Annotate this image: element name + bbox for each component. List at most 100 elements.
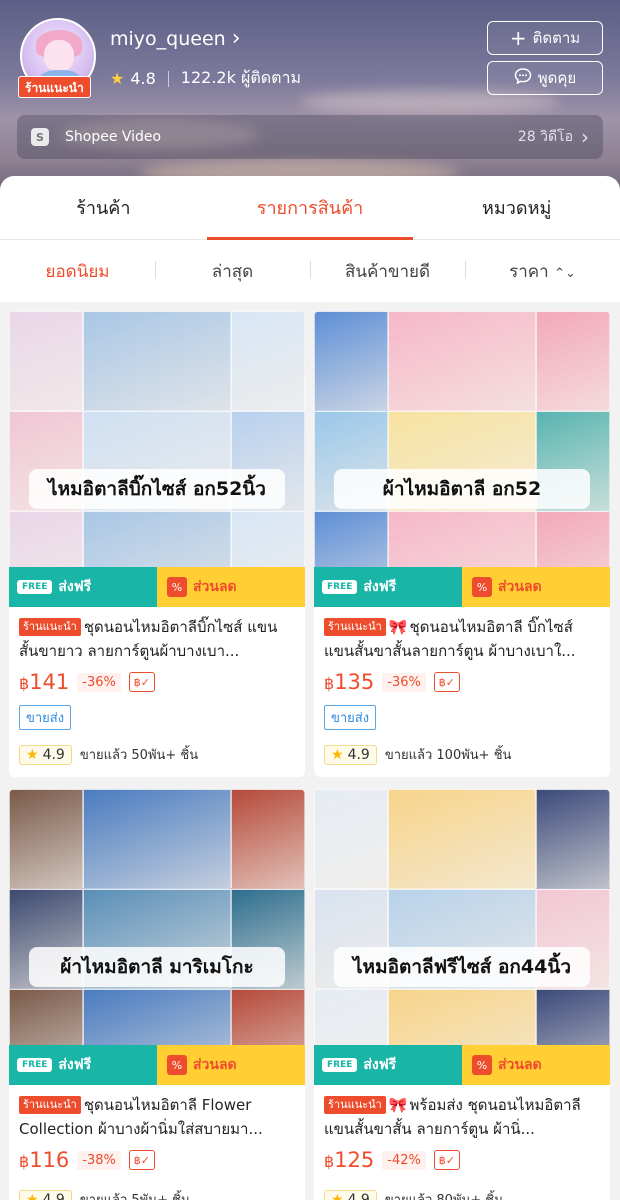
product-card[interactable]: ไหมอิตาลีบิ๊กไซส์ อก52นิ้ว FREE ส่งฟรี% ส่ว… [9, 311, 305, 777]
meta-row: ★4.9 ขายแล้ว 5พัน+ ชิ้น [19, 1189, 295, 1200]
price-value: 116 [29, 1148, 70, 1172]
currency-symbol: ฿ [19, 1152, 30, 1171]
shop-stats: ★ 4.8 122.2k ผู้ติดตาม [110, 66, 301, 91]
sold-count: ขายแล้ว 5พัน+ ชิ้น [80, 1189, 190, 1200]
preferred-badge: ร้านแนะนำ [324, 618, 386, 636]
tab-categories[interactable]: หมวดหมู่ [413, 176, 620, 239]
discount-badge: -36% [77, 672, 121, 692]
star-icon: ★ [331, 746, 344, 763]
price-row: ฿116 -38% ฿✓ [19, 1145, 295, 1175]
star-icon: ★ [26, 746, 39, 763]
chat-bubble-icon [514, 67, 532, 89]
discount-text: ส่วนลด [193, 1057, 237, 1073]
bow-icon: 🎀 [388, 618, 408, 636]
shopee-video-bar[interactable]: S Shopee Video 28 วิดีโอ › [17, 115, 603, 159]
shop-followers: 122.2k ผู้ติดตาม [180, 68, 302, 87]
follow-button[interactable]: + ติดตาม [487, 21, 603, 55]
price-row: ฿125 -42% ฿✓ [324, 1145, 600, 1175]
free-shipping-text: ส่งฟรี [363, 579, 397, 595]
sort-top-sales[interactable]: สินค้าขายดี [310, 258, 465, 285]
tab-shop[interactable]: ร้านค้า [0, 176, 207, 239]
percent-icon: % [167, 577, 187, 597]
meta-row: ★ 4.9 ขายแล้ว 50พัน+ ชิ้น [19, 744, 295, 765]
product-title: ร้านแนะนำ 🎀 ชุดนอนไหมอิตาลี บิ๊กไซส์ แขนสั… [324, 615, 600, 663]
sort-popular[interactable]: ยอดนิยม [0, 258, 155, 285]
percent-icon: % [167, 1055, 187, 1075]
discount-badge: -42% [382, 1150, 426, 1170]
product-rating: ★ 4.9 [324, 1189, 377, 1200]
rating-value: 4.9 [42, 746, 65, 763]
wholesale-tag: ขายส่ง [324, 705, 377, 730]
price-value: 141 [29, 670, 70, 694]
chevron-right-icon: › [231, 26, 241, 51]
discount-text: ส่วนลด [498, 579, 542, 595]
sort-bar: ยอดนิยม ล่าสุด สินค้าขายดี ราคา ⌃⌄ [0, 240, 620, 302]
currency-symbol: ฿ [324, 1152, 335, 1171]
follow-label: ติดตาม [532, 29, 581, 47]
image-caption: ไหมอิตาลีบิ๊กไซส์ อก52นิ้ว [29, 469, 285, 509]
meta-row: ★ 4.9 ขายแล้ว 100พัน+ ชิ้น [324, 744, 600, 765]
free-tag: FREE [322, 580, 358, 594]
free-shipping-banner: FREE ส่งฟรี [314, 567, 462, 607]
product-title: ร้านแนะนำ 🎀 พร้อมส่ง ชุดนอนไหมอิตาลี แขนสั… [324, 1093, 600, 1141]
shop-header: ร้านแนะนำ miyo_queen › ★ 4.8 122.2k ผู้ต… [0, 0, 620, 200]
sort-latest[interactable]: ล่าสุด [155, 258, 310, 285]
shop-tabs: ร้านค้า รายการสินค้า หมวดหมู่ [0, 176, 620, 240]
product-card[interactable]: ผ้าไหมอิตาลี มาริเมโกะ FREE ส่งฟรี% ส่วนลดร… [9, 789, 305, 1200]
coin-cashback-icon: ฿✓ [433, 672, 460, 692]
preferred-badge: ร้านแนะนำ [19, 1096, 81, 1114]
sort-price[interactable]: ราคา ⌃⌄ [465, 258, 620, 285]
shop-rating: 4.8 [130, 69, 156, 88]
divider [167, 70, 169, 87]
discount-banner: % ส่วนลด [157, 1045, 305, 1085]
shopee-video-icon: S [31, 128, 49, 146]
product-image: ผ้าไหมอิตาลี มาริเมโกะ FREE ส่งฟรี% ส่วนลด [9, 789, 305, 1085]
product-price: ฿125 [324, 1148, 374, 1172]
discount-banner: % ส่วนลด [462, 567, 610, 607]
rating-value: 4.9 [42, 1191, 65, 1200]
discount-banner: % ส่วนลด [157, 567, 305, 607]
product-card[interactable]: ไหมอิตาลีฟรีไซส์ อก44นิ้ว FREE ส่งฟรี% ส่วน… [314, 789, 610, 1200]
chevron-right-icon: › [581, 125, 589, 149]
coin-cashback-icon: ฿✓ [128, 672, 155, 692]
shop-name: miyo_queen [110, 28, 226, 50]
star-icon: ★ [331, 1191, 344, 1200]
star-icon: ★ [26, 1191, 39, 1200]
rating-value: 4.9 [347, 746, 370, 763]
free-tag: FREE [17, 1058, 53, 1072]
discount-text: ส่วนลด [498, 1057, 542, 1073]
shop-name-link[interactable]: miyo_queen › [110, 26, 241, 51]
sold-count: ขายแล้ว 80พัน+ ชิ้น [385, 1189, 503, 1200]
product-title: ร้านแนะนำ ชุดนอนไหมอิตาลี Flower Collecti… [19, 1093, 295, 1141]
free-shipping-banner: FREE ส่งฟรี [314, 1045, 462, 1085]
chat-button[interactable]: พูดคุย [487, 61, 603, 95]
percent-icon: % [472, 1055, 492, 1075]
plus-icon: + [509, 26, 527, 50]
coin-cashback-icon: ฿✓ [433, 1150, 460, 1170]
promo-strip: FREE ส่งฟรี% ส่วนลด [9, 1045, 305, 1085]
video-count-text: 28 วิดีโอ [517, 129, 573, 145]
sold-count: ขายแล้ว 50พัน+ ชิ้น [79, 748, 199, 763]
image-caption: ไหมอิตาลีฟรีไซส์ อก44นิ้ว [334, 947, 590, 987]
product-image: ไหมอิตาลีบิ๊กไซส์ อก52นิ้ว FREE ส่งฟรี% ส่ว… [9, 311, 305, 607]
product-rating: ★ 4.9 [19, 744, 72, 765]
product-card[interactable]: ผ้าไหมอิตาลี อก52 FREE ส่งฟรี% ส่วนลด ร้านแน… [314, 311, 610, 777]
product-price: ฿141 [19, 670, 69, 694]
currency-symbol: ฿ [324, 674, 335, 693]
discount-banner: % ส่วนลด [462, 1045, 610, 1085]
tab-products[interactable]: รายการสินค้า [206, 176, 414, 240]
product-price: ฿135 [324, 670, 374, 694]
product-image: ผ้าไหมอิตาลี อก52 FREE ส่งฟรี% ส่วนลด [314, 311, 610, 607]
discount-badge: -36% [382, 672, 426, 692]
free-shipping-text: ส่งฟรี [363, 1057, 397, 1073]
sold-count: ขายแล้ว 100พัน+ ชิ้น [384, 748, 512, 763]
discount-text: ส่วนลด [193, 579, 237, 595]
currency-symbol: ฿ [19, 674, 30, 693]
sort-price-label: ราคา [509, 261, 549, 282]
free-tag: FREE [322, 1058, 358, 1072]
rating-value: 4.9 [347, 1191, 370, 1200]
free-tag: FREE [17, 580, 53, 594]
promo-strip: FREE ส่งฟรี% ส่วนลด [9, 567, 305, 607]
star-icon: ★ [110, 69, 125, 88]
free-shipping-banner: FREE ส่งฟรี [9, 567, 157, 607]
